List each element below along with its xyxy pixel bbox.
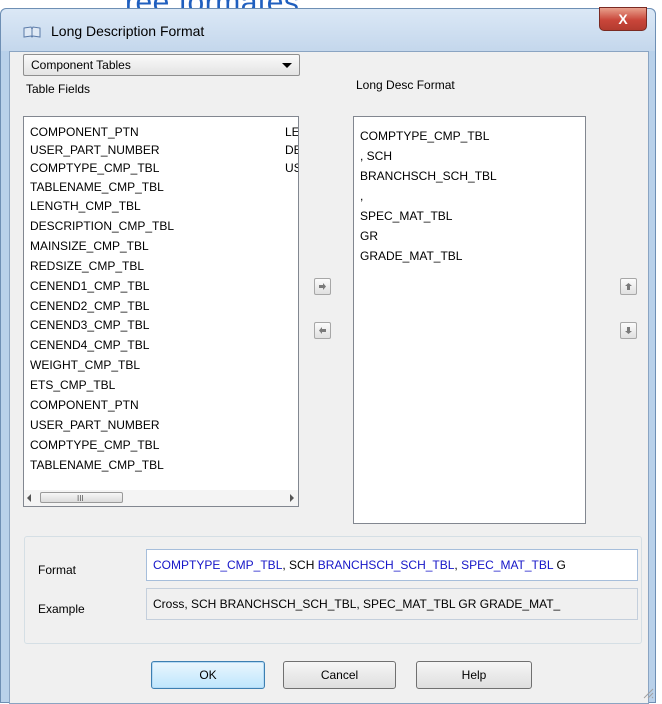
list-item[interactable]: COMPONENT_PTN [30,125,139,139]
table-fields-label: Table Fields [26,82,91,96]
move-down-button[interactable] [620,322,637,339]
grip-icon: III [77,494,84,503]
list-item[interactable]: TABLENAME_CMP_TBL [30,180,164,194]
arrow-down-icon [625,327,632,334]
table-fields-horizontal-scrollbar[interactable]: III [23,490,299,507]
table-select-value: Component Tables [31,58,131,72]
list-item[interactable]: CENEND4_CMP_TBL [30,338,149,352]
list-item[interactable]: BRANCHSCH_SCH_TBL [360,169,497,183]
list-item[interactable]: ETS_CMP_TBL [30,378,115,392]
arrow-left-icon [319,327,326,334]
arrow-up-icon [625,283,632,290]
list-item[interactable]: CENEND3_CMP_TBL [30,318,149,332]
list-item[interactable]: , SCH [360,149,392,163]
example-field[interactable]: Cross, SCH BRANCHSCH_SCH_TBL, SPEC_MAT_T… [146,588,638,620]
arrow-right-icon [319,283,326,290]
format-field[interactable]: COMPTYPE_CMP_TBL, SCH BRANCHSCH_SCH_TBL,… [146,549,638,581]
format-value: COMPTYPE_CMP_TBL, SCH BRANCHSCH_SCH_TBL,… [153,558,566,572]
example-label: Example [38,602,85,616]
book-icon [23,26,41,38]
scroll-right-icon[interactable] [290,494,294,502]
move-up-button[interactable] [620,278,637,295]
format-segment: G [553,558,566,572]
add-field-button[interactable] [314,278,331,295]
close-icon: X [618,11,628,27]
list-item[interactable]: WEIGHT_CMP_TBL [30,358,140,372]
list-item[interactable]: , [360,189,363,203]
list-item[interactable]: REDSIZE_CMP_TBL [30,259,144,273]
cancel-button[interactable]: Cancel [283,661,396,689]
scroll-thumb[interactable]: III [40,492,123,503]
format-segment: BRANCHSCH_SCH_TBL [317,558,455,572]
close-button[interactable]: X [599,7,647,31]
list-item[interactable]: SPEC_MAT_TBL [360,209,452,223]
chevron-down-icon [282,63,292,68]
resize-grip-icon[interactable] [642,687,654,699]
list-item[interactable]: GRADE_MAT_TBL [360,249,462,263]
list-item[interactable]: USER_PART_NUMBER [30,418,160,432]
format-segment: COMPTYPE_CMP_TBL [153,558,283,572]
format-label: Format [38,563,77,577]
scroll-left-icon[interactable] [27,494,31,502]
list-item[interactable]: USER_PART_NUMBER [30,143,160,157]
ok-button[interactable]: OK [151,661,265,689]
list-item[interactable]: COMPTYPE_CMP_TBL [30,161,159,175]
remove-field-button[interactable] [314,322,331,339]
list-item-column2[interactable]: US [285,161,298,175]
list-item[interactable]: GR [360,229,378,243]
table-select-dropdown[interactable]: Component Tables [23,54,300,76]
list-item[interactable]: LENGTH_CMP_TBL [30,199,141,213]
list-item[interactable]: COMPTYPE_CMP_TBL [360,129,489,143]
title-bar[interactable]: Long Description Format X [1,7,655,51]
long-desc-format-label: Long Desc Format [356,78,455,92]
list-item[interactable]: TABLENAME_CMP_TBL [30,458,164,472]
list-item[interactable]: MAINSIZE_CMP_TBL [30,239,149,253]
list-item[interactable]: COMPTYPE_CMP_TBL [30,438,159,452]
list-item-column2[interactable]: DE [285,143,298,157]
format-segment: , SCH [282,558,318,572]
list-item[interactable]: DESCRIPTION_CMP_TBL [30,219,174,233]
list-item-column2[interactable]: LE [285,125,298,139]
format-segment: SPEC_MAT_TBL [461,558,554,572]
list-item[interactable]: COMPONENT_PTN [30,398,139,412]
list-item[interactable]: CENEND1_CMP_TBL [30,279,149,293]
dialog-title: Long Description Format [51,23,205,39]
list-item[interactable]: CENEND2_CMP_TBL [30,299,149,313]
example-value: Cross, SCH BRANCHSCH_SCH_TBL, SPEC_MAT_T… [153,597,561,611]
table-fields-listbox[interactable]: COMPONENT_PTN USER_PART_NUMBER COMPTYPE_… [23,116,299,491]
help-button[interactable]: Help [416,661,532,689]
long-desc-format-listbox[interactable]: COMPTYPE_CMP_TBL , SCH BRANCHSCH_SCH_TBL… [353,116,586,524]
